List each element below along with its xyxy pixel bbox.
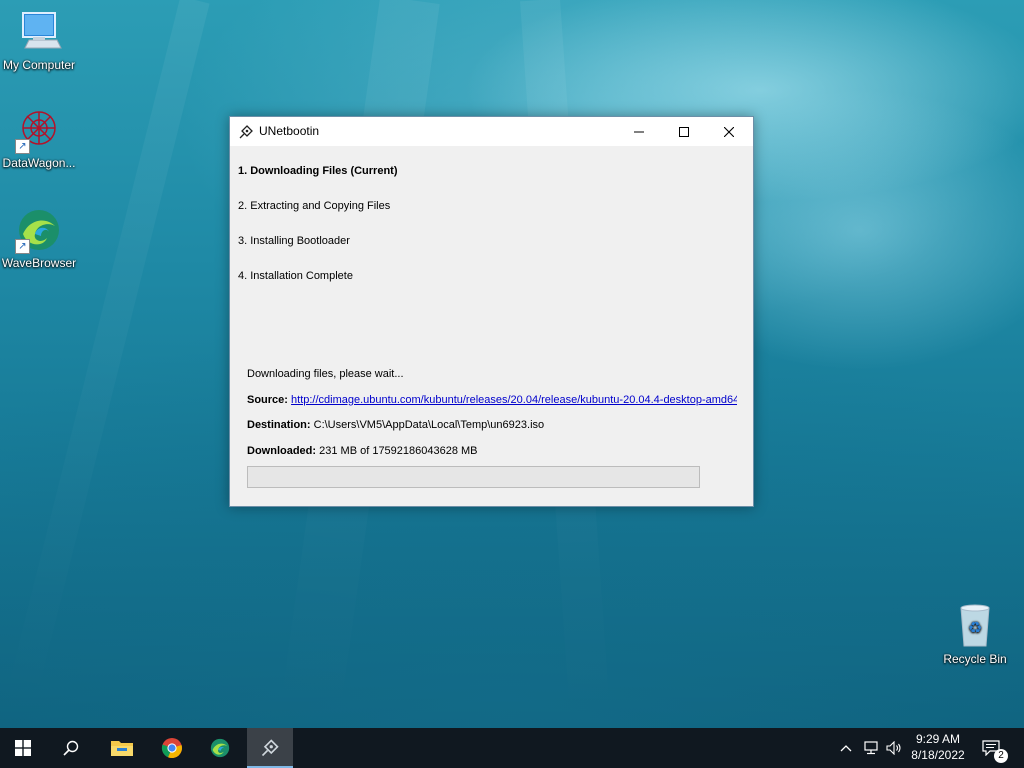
- svg-text:♻: ♻: [968, 618, 982, 637]
- show-hidden-icons-button[interactable]: [840, 728, 854, 768]
- wavebrowser-icon: ↗: [15, 206, 63, 254]
- desktop-icon-my-computer[interactable]: My Computer: [0, 8, 78, 72]
- step-extracting: 2. Extracting and Copying Files: [238, 200, 391, 212]
- start-icon: [15, 740, 31, 756]
- notification-center-button[interactable]: 2: [982, 728, 1012, 768]
- maximize-icon: [678, 126, 689, 137]
- destination-label: Destination:: [247, 419, 311, 431]
- desktop-icon-recycle-bin[interactable]: ♻ Recycle Bin: [936, 602, 1014, 666]
- unetbootin-window: UNetbootin 1. Downloading Files (Current…: [229, 116, 754, 507]
- recycle-bin-icon: ♻: [951, 602, 999, 650]
- downloaded-label: Downloaded:: [247, 444, 317, 457]
- search-icon: [63, 740, 79, 756]
- desktop-icon-label: WaveBrowser: [1, 256, 77, 270]
- title-bar[interactable]: UNetbootin: [230, 117, 753, 146]
- desktop-icon-label: My Computer: [2, 58, 76, 72]
- step-downloading: 1. Downloading Files (Current): [238, 165, 398, 177]
- clock-time: 9:29 AM: [915, 732, 961, 746]
- taskbar-file-explorer[interactable]: [99, 728, 145, 768]
- desktop-icon-label: DataWagon...: [2, 156, 76, 170]
- window-title: UNetbootin: [259, 124, 320, 138]
- unetbootin-icon: [261, 739, 279, 757]
- source-url-link[interactable]: http://cdimage.ubuntu.com/kubuntu/releas…: [291, 394, 737, 406]
- source-label: Source:: [247, 393, 288, 406]
- start-button[interactable]: [0, 728, 46, 768]
- downloaded-value: 231 MB of 17592186043628 MB: [319, 444, 478, 457]
- notification-count-badge: 2: [994, 749, 1008, 763]
- unetbootin-icon: [238, 124, 254, 140]
- chrome-icon: [161, 738, 182, 759]
- wavebrowser-icon: [210, 738, 230, 758]
- file-explorer-icon: [111, 741, 133, 756]
- desktop-icon-datawagon[interactable]: ↗ DataWagon...: [0, 106, 78, 170]
- taskbar: 9:29 AM 8/18/2022 2: [0, 728, 1024, 768]
- chevron-up-icon: [840, 745, 852, 752]
- status-message: Downloading files, please wait...: [247, 368, 404, 380]
- network-button[interactable]: [863, 728, 879, 768]
- step-installing-bootloader: 3. Installing Bootloader: [238, 235, 350, 247]
- shortcut-arrow-icon: ↗: [15, 239, 30, 254]
- maximize-button[interactable]: [661, 117, 706, 146]
- destination-row: Destination: C:\Users\VM5\AppData\Local\…: [247, 419, 737, 445]
- taskbar-wavebrowser[interactable]: [197, 728, 243, 768]
- progress-steps: 1. Downloading Files (Current) 2. Extrac…: [238, 164, 398, 304]
- minimize-icon: [633, 131, 644, 132]
- shortcut-arrow-icon: ↗: [15, 139, 30, 154]
- source-row: Source: http://cdimage.ubuntu.com/kubunt…: [247, 394, 737, 420]
- clock-date: 8/18/2022: [911, 748, 965, 762]
- close-button[interactable]: [706, 117, 751, 146]
- step-installation-complete: 4. Installation Complete: [238, 270, 353, 282]
- desktop-icon-wavebrowser[interactable]: ↗ WaveBrowser: [0, 206, 78, 270]
- network-icon: [864, 741, 878, 755]
- taskbar-chrome[interactable]: [149, 728, 195, 768]
- desktop-icon-label: Recycle Bin: [943, 652, 1007, 666]
- clock[interactable]: 9:29 AM 8/18/2022: [906, 731, 970, 763]
- download-progress-bar: [247, 466, 700, 488]
- computer-icon: [15, 8, 63, 56]
- search-button[interactable]: [48, 728, 94, 768]
- destination-value: C:\Users\VM5\AppData\Local\Temp\un6923.i…: [313, 419, 545, 431]
- taskbar-unetbootin[interactable]: [247, 728, 293, 768]
- minimize-button[interactable]: [616, 117, 661, 146]
- datawagon-icon: ↗: [15, 106, 63, 154]
- close-icon: [723, 126, 734, 137]
- desktop: My Computer ↗ DataWagon... ↗ WaveBrowser…: [0, 0, 1024, 728]
- volume-button[interactable]: [886, 728, 902, 768]
- speaker-icon: [886, 741, 901, 755]
- download-status: Downloading files, please wait... Source…: [247, 368, 737, 470]
